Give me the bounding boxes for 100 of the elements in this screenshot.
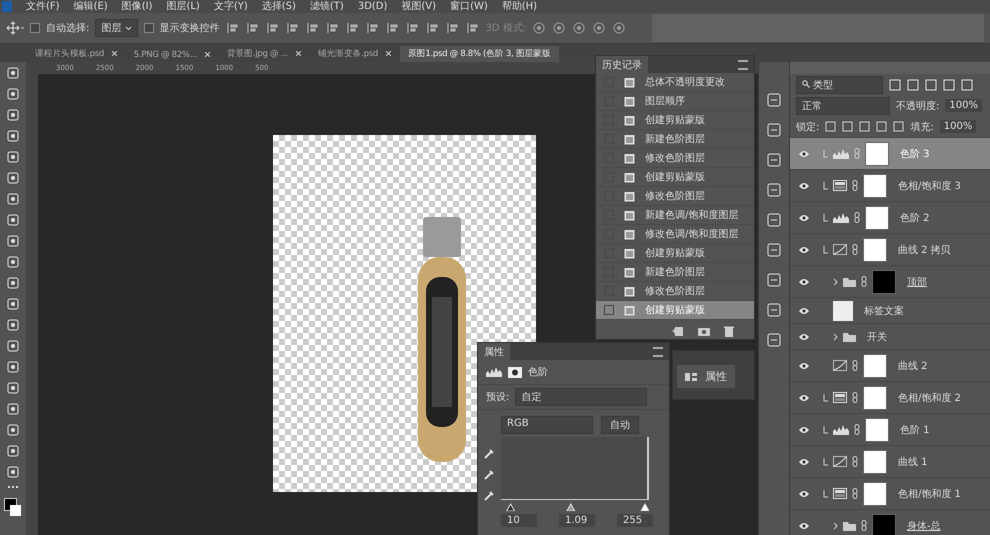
chain-link-icon[interactable] (852, 360, 858, 371)
filter-icon[interactable] (907, 78, 919, 90)
menu-item[interactable]: 滤镜(T) (310, 0, 344, 13)
history-state[interactable]: 创建剪贴蒙版 (596, 301, 754, 320)
auto-select-dropdown[interactable]: 图层 (95, 19, 138, 37)
filter-icon[interactable] (961, 78, 973, 90)
panel-tab[interactable]: 历史记录 (596, 56, 648, 73)
layer-mask-thumbnail[interactable] (863, 450, 887, 474)
menu-item[interactable]: 视图(V) (401, 0, 436, 13)
layer-filter-dropdown[interactable]: 类型 (796, 76, 883, 94)
panel-icon[interactable] (766, 242, 782, 258)
panel-tab[interactable]: 属性 (478, 343, 510, 360)
align-icon[interactable] (226, 22, 240, 34)
lock-option-icon[interactable] (842, 121, 854, 132)
close-icon[interactable] (386, 51, 392, 56)
chain-link-icon[interactable] (861, 520, 867, 531)
chain-link-icon[interactable] (852, 456, 858, 467)
visibility-eye-icon[interactable] (798, 306, 810, 314)
close-icon[interactable] (204, 52, 210, 57)
blend-mode-dropdown[interactable]: 正常 (796, 96, 890, 114)
3d-orbit-icon[interactable] (572, 21, 586, 35)
expand-caret-icon[interactable] (833, 522, 838, 530)
align-icon[interactable] (266, 22, 280, 34)
menu-item[interactable]: 图层(L) (166, 0, 200, 13)
auto-select-checkbox[interactable] (30, 23, 40, 33)
layer-row[interactable]: 开关 (790, 323, 990, 349)
visibility-eye-icon[interactable] (798, 332, 810, 340)
align-icon[interactable] (386, 22, 400, 34)
3d-orbit-icon[interactable] (592, 21, 606, 35)
menu-item[interactable]: 文字(Y) (214, 0, 248, 13)
history-state[interactable]: 创建剪贴蒙版 (596, 244, 754, 263)
layer-row[interactable]: 色阶 2 (790, 201, 990, 233)
layer-mask-thumbnail[interactable] (872, 270, 896, 294)
visibility-eye-icon[interactable] (798, 522, 810, 530)
3d-orbit-icon[interactable] (612, 21, 626, 35)
lock-option-icon[interactable] (876, 121, 888, 132)
panel-icon[interactable] (766, 332, 782, 348)
panel-menu-icon[interactable] (653, 346, 663, 356)
lock-option-icon[interactable] (825, 121, 836, 132)
menu-item[interactable]: 图像(I) (122, 0, 152, 13)
visibility-eye-icon[interactable] (798, 182, 810, 190)
chain-link-icon[interactable] (852, 392, 858, 403)
panel-icon[interactable] (766, 302, 782, 318)
panel-icon[interactable] (766, 92, 782, 108)
layer-row[interactable]: 曲线 2 拷贝 (790, 233, 990, 265)
visibility-eye-icon[interactable] (798, 246, 810, 254)
align-icon[interactable] (426, 22, 440, 34)
3d-orbit-icon[interactable] (552, 21, 566, 35)
chain-link-icon[interactable] (852, 488, 858, 499)
expand-caret-icon[interactable] (833, 332, 838, 340)
layer-row[interactable]: 色相/饱和度 1 (790, 477, 990, 509)
history-state[interactable]: 创建剪贴蒙版 (596, 111, 754, 130)
lock-option-icon[interactable] (893, 121, 904, 132)
history-state[interactable]: 总体不透明度更改 (596, 73, 754, 92)
document-tab[interactable]: 原图1.psd @ 8.8% (色阶 3, 图层蒙版 (400, 46, 559, 62)
camera-icon[interactable] (698, 326, 710, 336)
layer-mask-thumbnail[interactable] (872, 514, 896, 535)
align-icon[interactable] (406, 22, 420, 34)
lock-option-icon[interactable] (859, 121, 870, 132)
layer-mask-thumbnail[interactable] (863, 238, 887, 262)
slider-handle[interactable] (506, 503, 516, 511)
visibility-eye-icon[interactable] (798, 150, 810, 158)
close-icon[interactable] (112, 51, 117, 56)
layer-row[interactable]: 标签文案 (790, 297, 990, 323)
layer-row[interactable]: 身体-总 (790, 509, 990, 535)
visibility-eye-icon[interactable] (798, 214, 810, 222)
panel-menu-icon[interactable] (738, 60, 748, 70)
eyedropper-icon[interactable] (484, 469, 495, 480)
layer-mask-thumbnail[interactable] (865, 418, 889, 442)
history-state[interactable]: 新建色阶图层 (596, 130, 754, 149)
menu-item[interactable]: 窗口(W) (450, 0, 488, 13)
filter-icon[interactable] (925, 78, 937, 90)
history-state[interactable]: 修改色阶图层 (596, 149, 754, 168)
panel-icon[interactable] (766, 272, 782, 288)
visibility-eye-icon[interactable] (798, 458, 810, 466)
preset-dropdown[interactable]: 自定 (515, 388, 648, 406)
input-level-field[interactable]: 255 (617, 514, 653, 527)
chain-link-icon[interactable] (854, 424, 860, 435)
eyedropper-icon[interactable] (484, 448, 495, 459)
fill-field[interactable]: 100% (940, 120, 976, 133)
visibility-eye-icon[interactable] (798, 394, 810, 402)
align-icon[interactable] (326, 22, 340, 34)
history-state[interactable]: 新建色阶图层 (596, 263, 754, 282)
panel-icon[interactable] (766, 122, 782, 138)
align-icon[interactable] (346, 22, 360, 34)
history-state[interactable]: 创建剪贴蒙版 (596, 168, 754, 187)
visibility-eye-icon[interactable] (798, 278, 810, 286)
align-icon[interactable] (366, 22, 380, 34)
eyedropper-icon[interactable] (484, 490, 495, 501)
3d-orbit-icon[interactable] (532, 21, 546, 35)
history-state[interactable]: 修改色调/饱和度图层 (596, 225, 754, 244)
layer-row[interactable]: 顶部 (790, 265, 990, 297)
color-swatches-icon[interactable] (4, 498, 22, 516)
auto-button[interactable]: 自动 (601, 416, 639, 434)
history-state[interactable]: 新建色调/饱和度图层 (596, 206, 754, 225)
align-icon[interactable] (306, 22, 320, 34)
layer-mask-thumbnail[interactable] (863, 174, 887, 198)
chain-link-icon[interactable] (852, 180, 858, 191)
layer-mask-thumbnail[interactable] (865, 142, 889, 166)
layer-mask-thumbnail[interactable] (865, 206, 889, 230)
